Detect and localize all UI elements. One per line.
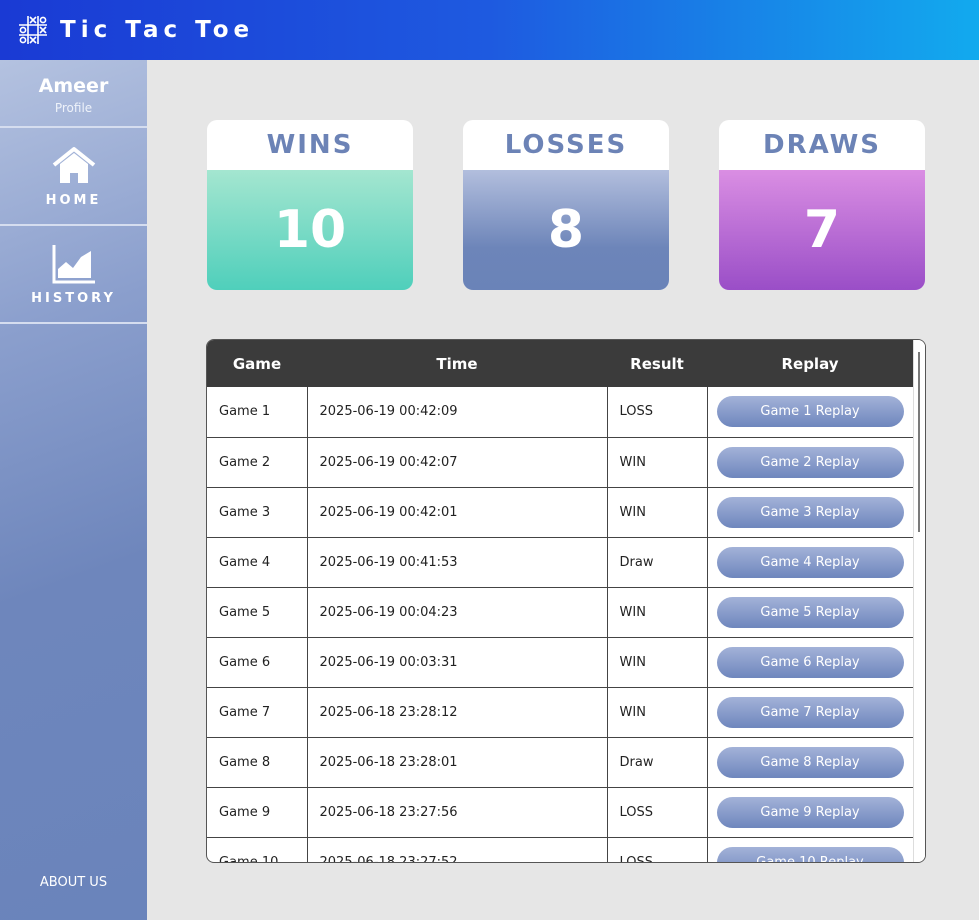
replay-button[interactable]: Game 9 Replay	[716, 796, 904, 828]
replay-button[interactable]: Game 7 Replay	[716, 696, 904, 728]
sidebar: Ameer Profile HOME HISTORY ABOUT US	[0, 60, 147, 920]
replay-cell: Game 1 Replay	[707, 387, 913, 438]
draws-card: DRAWS 7	[719, 120, 925, 290]
replay-cell: Game 5 Replay	[707, 587, 913, 638]
replay-button[interactable]: Game 8 Replay	[716, 746, 904, 778]
replay-button[interactable]: Game 1 Replay	[716, 396, 904, 428]
game-cell: Game 10	[207, 837, 308, 862]
replay-cell: Game 6 Replay	[707, 637, 913, 688]
time-cell: 2025-06-18 23:28:12	[307, 687, 608, 738]
tic-tac-toe-grid-icon	[19, 16, 47, 44]
game-cell: Game 3	[207, 487, 308, 538]
time-cell: 2025-06-18 23:28:01	[307, 737, 608, 788]
game-cell: Game 1	[207, 387, 308, 438]
replay-button[interactable]: Game 2 Replay	[716, 446, 904, 478]
sidebar-item-home[interactable]: HOME	[0, 128, 147, 226]
game-cell: Game 2	[207, 437, 308, 488]
game-cell: Game 9	[207, 787, 308, 838]
column-header-result: Result	[607, 340, 707, 387]
profile-section[interactable]: Ameer Profile	[0, 60, 147, 128]
table-row: Game 10 2025-06-18 23:27:52 LOSS Game 10 Re…	[207, 837, 913, 862]
result-cell: WIN	[607, 487, 708, 538]
profile-name: Ameer	[38, 75, 109, 97]
app-header: Tic Tac Toe	[0, 0, 979, 60]
scrollbar-thumb[interactable]	[918, 352, 920, 532]
result-cell: Draw	[607, 537, 708, 588]
sidebar-item-history[interactable]: HISTORY	[0, 226, 147, 324]
wins-value: 10	[207, 170, 413, 290]
table-row: Game 3 2025-06-19 00:42:01 WIN Game 3 Repla…	[207, 487, 913, 538]
replay-cell: Game 3 Replay	[707, 487, 913, 538]
result-cell: Draw	[607, 737, 708, 788]
column-header-replay: Replay	[707, 340, 913, 387]
draws-value: 7	[719, 170, 925, 290]
replay-button[interactable]: Game 5 Replay	[716, 596, 904, 628]
about-us-link[interactable]: ABOUT US	[0, 875, 147, 890]
replay-button[interactable]: Game 10 Replay	[716, 846, 904, 862]
replay-cell: Game 10 Replay	[707, 837, 913, 862]
result-cell: WIN	[607, 687, 708, 738]
table-row: Game 9 2025-06-18 23:27:56 LOSS Game 9 Repl…	[207, 787, 913, 838]
time-cell: 2025-06-19 00:42:01	[307, 487, 608, 538]
table-row: Game 1 2025-06-19 00:42:09 LOSS Game 1 Repl…	[207, 387, 913, 438]
time-cell: 2025-06-19 00:41:53	[307, 537, 608, 588]
game-history-table: Game Time Result Replay Game 1 2025-06-19…	[206, 339, 926, 863]
losses-value: 8	[463, 170, 669, 290]
table-row: Game 5 2025-06-19 00:04:23 WIN Game 5 Repla…	[207, 587, 913, 638]
replay-button[interactable]: Game 4 Replay	[716, 546, 904, 578]
scrollbar[interactable]	[913, 340, 925, 862]
time-cell: 2025-06-19 00:42:09	[307, 387, 608, 438]
result-cell: WIN	[607, 637, 708, 688]
game-cell: Game 5	[207, 587, 308, 638]
chart-icon	[52, 244, 95, 283]
wins-card: WINS 10	[207, 120, 413, 290]
losses-card: LOSSES 8	[463, 120, 669, 290]
table-row: Game 2 2025-06-19 00:42:07 WIN Game 2 Repla…	[207, 437, 913, 488]
game-cell: Game 7	[207, 687, 308, 738]
column-header-game: Game	[207, 340, 307, 387]
table-header-row: Game Time Result Replay	[207, 340, 913, 387]
result-cell: LOSS	[607, 787, 708, 838]
replay-cell: Game 9 Replay	[707, 787, 913, 838]
replay-cell: Game 2 Replay	[707, 437, 913, 488]
time-cell: 2025-06-19 00:03:31	[307, 637, 608, 688]
column-header-time: Time	[307, 340, 607, 387]
result-cell: LOSS	[607, 837, 708, 862]
home-icon	[52, 146, 95, 183]
table-row: Game 8 2025-06-18 23:28:01 Draw Game 8 Repl…	[207, 737, 913, 788]
game-cell: Game 8	[207, 737, 308, 788]
game-cell: Game 4	[207, 537, 308, 588]
draws-label: DRAWS	[763, 130, 881, 160]
replay-button[interactable]: Game 3 Replay	[716, 496, 904, 528]
wins-label: WINS	[266, 130, 354, 160]
time-cell: 2025-06-19 00:04:23	[307, 587, 608, 638]
replay-cell: Game 4 Replay	[707, 537, 913, 588]
result-cell: WIN	[607, 437, 708, 488]
losses-label: LOSSES	[504, 130, 628, 160]
replay-button[interactable]: Game 6 Replay	[716, 646, 904, 678]
table-row: Game 7 2025-06-18 23:28:12 WIN Game 7 Repla…	[207, 687, 913, 738]
table-row: Game 4 2025-06-19 00:41:53 Draw Game 4 Repl…	[207, 537, 913, 588]
profile-link[interactable]: Profile	[0, 101, 147, 115]
result-cell: WIN	[607, 587, 708, 638]
replay-cell: Game 8 Replay	[707, 737, 913, 788]
time-cell: 2025-06-18 23:27:52	[307, 837, 608, 862]
table-row: Game 6 2025-06-19 00:03:31 WIN Game 6 Repla…	[207, 637, 913, 688]
time-cell: 2025-06-19 00:42:07	[307, 437, 608, 488]
app-title: Tic Tac Toe	[60, 17, 255, 43]
time-cell: 2025-06-18 23:27:56	[307, 787, 608, 838]
sidebar-item-label: HISTORY	[31, 290, 116, 306]
replay-cell: Game 7 Replay	[707, 687, 913, 738]
result-cell: LOSS	[607, 387, 708, 438]
sidebar-item-label: HOME	[45, 192, 102, 208]
game-cell: Game 6	[207, 637, 308, 688]
